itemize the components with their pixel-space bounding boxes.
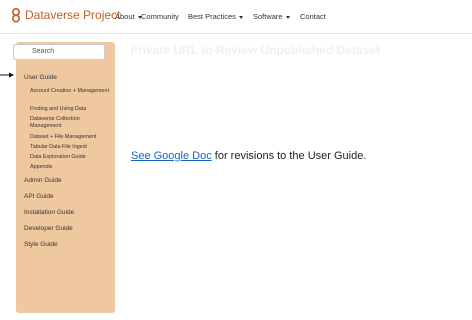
nav-item-software[interactable]: Software: [253, 12, 290, 21]
nav-item-community[interactable]: Community: [141, 12, 179, 21]
revision-notice: See Google Doc for revisions to the User…: [131, 150, 451, 162]
sidebar-subitem[interactable]: Account Creation + Management: [30, 88, 112, 95]
sidebar-item-user-guide[interactable]: User Guide: [24, 74, 57, 81]
sidebar-subitem[interactable]: Dataset + File Management: [30, 134, 112, 141]
sidebar-item-developer-guide[interactable]: Developer Guide: [24, 225, 73, 232]
nav-item-about[interactable]: About: [115, 12, 142, 21]
sidebar-item-api-guide[interactable]: API Guide: [24, 193, 54, 200]
chevron-down-icon: [238, 15, 243, 19]
dataverse-logo-icon: [11, 7, 21, 23]
sidebar-subitem[interactable]: Data Exploration Guide: [30, 154, 112, 161]
google-doc-link[interactable]: See Google Doc: [131, 150, 212, 162]
pointer-arrow-icon: [0, 72, 14, 78]
sidebar-item-installation-guide[interactable]: Installation Guide: [24, 209, 74, 216]
page-title: Private URL to Review Unpublished Datase…: [130, 43, 380, 57]
sidebar-item-admin-guide[interactable]: Admin Guide: [24, 177, 62, 184]
sidebar-subitem[interactable]: Tabular Data File Ingest: [30, 144, 112, 151]
brand-link[interactable]: Dataverse Project: [10, 7, 120, 23]
search-input[interactable]: Search: [13, 44, 105, 60]
nav-item-best-practices[interactable]: Best Practices: [188, 12, 243, 21]
sidebar-subitem[interactable]: Finding and Using Data: [30, 106, 112, 113]
notice-text: for revisions to the User Guide.: [211, 150, 367, 162]
chevron-down-icon: [285, 15, 290, 19]
sidebar-subitem[interactable]: Appendix: [30, 164, 112, 171]
nav-label: Best Practices: [188, 12, 236, 21]
top-navbar: Dataverse Project About Community Best P…: [0, 0, 472, 34]
brand-name: Dataverse Project: [25, 8, 121, 22]
nav-label: Software: [253, 12, 283, 21]
nav-item-contact[interactable]: Contact: [300, 12, 326, 21]
sidebar-subitem[interactable]: Dataverse Collection Management: [30, 116, 100, 129]
sidebar-item-style-guide[interactable]: Style Guide: [24, 241, 58, 248]
nav-label: About: [115, 12, 135, 21]
